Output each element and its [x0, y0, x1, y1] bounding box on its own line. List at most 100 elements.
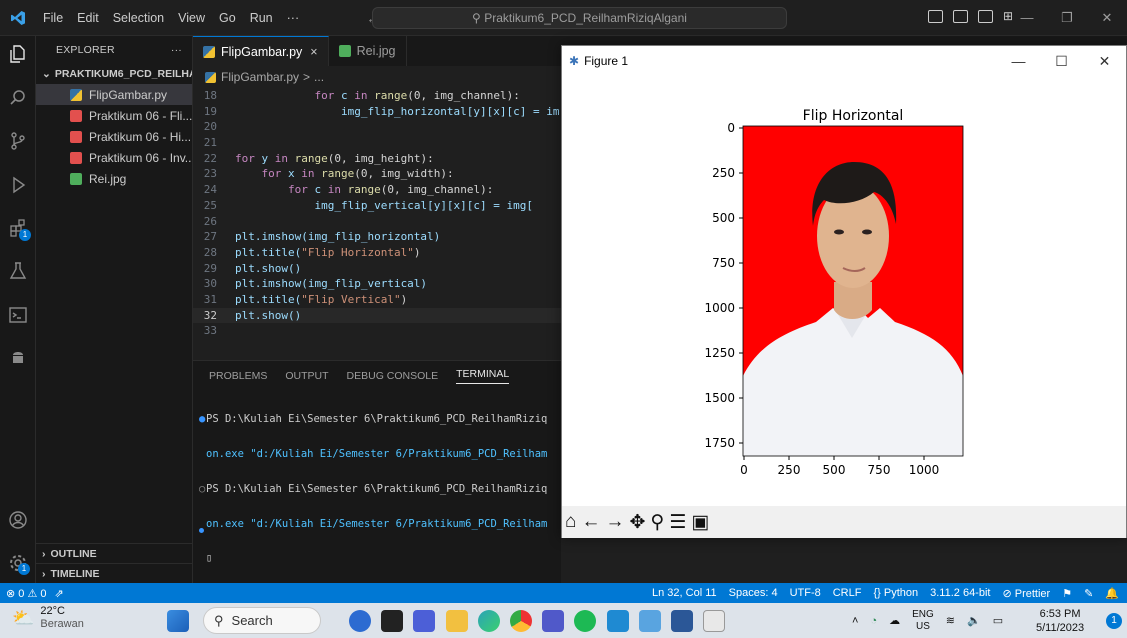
toggle-panel-icon[interactable]: [953, 10, 968, 23]
file-item-flipgambar[interactable]: FlipGambar.py: [36, 84, 192, 105]
wifi-icon[interactable]: ≋: [946, 614, 955, 627]
spotify-icon[interactable]: [574, 610, 596, 632]
explorer-more-button[interactable]: ···: [171, 44, 182, 56]
run-debug-icon[interactable]: [6, 173, 30, 197]
onedrive-icon[interactable]: ☁: [889, 614, 900, 627]
flipped-portrait-image: [743, 126, 963, 456]
menu-run[interactable]: Run: [243, 0, 280, 36]
code-token: plt.imshow(img_flip_horizontal): [235, 230, 441, 244]
explorer-icon[interactable]: [6, 42, 30, 66]
menu-selection[interactable]: Selection: [106, 0, 171, 36]
source-control-icon[interactable]: [6, 129, 30, 153]
minimize-icon[interactable]: —: [997, 46, 1040, 76]
workspace-folder[interactable]: ⌄ PRAKTIKUM6_PCD_REILHA...: [36, 64, 192, 84]
copilot-icon[interactable]: ✎: [1084, 587, 1093, 600]
configure-icon[interactable]: ☰: [669, 511, 686, 534]
workspace-folder-label: PRAKTIKUM6_PCD_REILHA...: [54, 68, 192, 80]
tab-flipgambar[interactable]: FlipGambar.py ×: [193, 36, 329, 66]
restore-icon[interactable]: ❐: [1047, 0, 1087, 36]
taskbar-search[interactable]: ⚲ Search: [203, 607, 321, 634]
close-icon[interactable]: ✕: [1083, 46, 1126, 76]
line-ending[interactable]: CRLF: [833, 587, 862, 599]
notifications-bell-icon[interactable]: 🔔: [1105, 587, 1119, 600]
close-icon[interactable]: ✕: [1087, 0, 1127, 36]
breadcrumb-file[interactable]: FlipGambar.py: [221, 70, 299, 84]
terminal-output[interactable]: ●PS D:\Kuliah Ei\Semester 6\Praktikum6_P…: [193, 391, 561, 588]
accounts-icon[interactable]: [6, 508, 30, 532]
network-app-icon[interactable]: [639, 610, 661, 632]
notification-badge[interactable]: 1: [1106, 613, 1122, 629]
file-item-pdf-inv[interactable]: Praktikum 06 - Inv...: [36, 147, 192, 168]
maximize-icon[interactable]: ☐: [1040, 46, 1083, 76]
indentation[interactable]: Spaces: 4: [729, 587, 778, 599]
menu-edit[interactable]: Edit: [70, 0, 106, 36]
clock[interactable]: 6:53 PM 5/11/2023: [1036, 607, 1084, 635]
minimize-icon[interactable]: —: [1007, 0, 1047, 36]
drive-icon[interactable]: ◔: [870, 615, 877, 627]
teams-icon[interactable]: [542, 610, 564, 632]
timeline-section[interactable]: › TIMELINE: [36, 563, 193, 583]
matplotlib-app-icon[interactable]: [703, 610, 725, 632]
breadcrumb-more[interactable]: ...: [314, 70, 324, 84]
forward-icon[interactable]: →: [605, 511, 624, 533]
menu-file[interactable]: File: [36, 0, 70, 36]
code-token: (0, img_height):: [327, 151, 434, 165]
vscode-icon[interactable]: [607, 610, 629, 632]
plot-canvas[interactable]: Flip Horizontal 0 250 500 750 1000 1250 …: [562, 76, 1126, 506]
menu-bar: File Edit Selection View Go Run ···: [36, 0, 306, 36]
file-item-pdf-hi[interactable]: Praktikum 06 - Hi...: [36, 126, 192, 147]
settings-gear-icon[interactable]: 1: [6, 551, 30, 575]
problems-count[interactable]: ⊗ 0 ⚠ 0: [6, 587, 46, 600]
file-item-rei-jpg[interactable]: Rei.jpg: [36, 168, 192, 189]
terminal-icon[interactable]: [6, 303, 30, 327]
outline-section[interactable]: › OUTLINE: [36, 543, 193, 563]
code-editor[interactable]: 18 for c in range (0, img_channel): 19 im…: [193, 88, 561, 356]
command-center-search[interactable]: ⚲ Praktikum6_PCD_ReilhamRiziqAlgani: [372, 7, 787, 29]
task-view-icon[interactable]: [381, 610, 403, 632]
chevron-up-icon[interactable]: ˄: [852, 615, 858, 627]
language-mode[interactable]: {} Python: [873, 587, 918, 599]
search-icon[interactable]: [6, 86, 30, 110]
testing-icon[interactable]: [6, 259, 30, 283]
edge-icon[interactable]: [478, 610, 500, 632]
y-tick-label: 1500: [704, 391, 735, 405]
tab-problems[interactable]: PROBLEMS: [209, 370, 267, 382]
menu-more[interactable]: ···: [280, 0, 307, 36]
volume-icon[interactable]: 🔈: [967, 614, 981, 627]
pan-icon[interactable]: ✥: [629, 511, 645, 534]
tab-rei-jpg[interactable]: Rei.jpg: [329, 36, 407, 66]
tab-output[interactable]: OUTPUT: [285, 370, 328, 382]
word-icon[interactable]: [671, 610, 693, 632]
file-explorer-icon[interactable]: [446, 610, 468, 632]
figure-window-title: Figure 1: [584, 54, 629, 68]
zoom-icon[interactable]: ⚲: [650, 511, 664, 534]
feedback-icon[interactable]: ⚑: [1062, 587, 1072, 600]
python-interpreter[interactable]: 3.11.2 64-bit: [930, 587, 990, 599]
tab-debug-console[interactable]: DEBUG CONSOLE: [347, 370, 439, 382]
encoding[interactable]: UTF-8: [790, 587, 821, 599]
home-icon[interactable]: ⌂: [565, 511, 576, 533]
live-share-icon[interactable]: ⇗: [54, 587, 63, 600]
bing-icon[interactable]: [349, 610, 371, 632]
status-dot-icon: [199, 528, 204, 533]
chrome-icon[interactable]: [510, 610, 532, 632]
battery-icon[interactable]: ▭: [993, 614, 1003, 627]
language-indicator[interactable]: ENG US: [912, 609, 934, 633]
chat-icon[interactable]: [413, 610, 435, 632]
tab-close-icon[interactable]: ×: [310, 45, 317, 59]
menu-go[interactable]: Go: [212, 0, 243, 36]
android-icon[interactable]: [6, 346, 30, 370]
extensions-icon[interactable]: 1: [6, 216, 31, 241]
save-icon[interactable]: ▣: [691, 511, 709, 534]
toggle-secondary-sidebar-icon[interactable]: [978, 10, 993, 23]
windows-start-icon[interactable]: [167, 610, 189, 632]
toggle-sidebar-icon[interactable]: [928, 10, 943, 23]
weather-widget[interactable]: ⛅ 22°C Berawan: [12, 605, 84, 631]
back-icon[interactable]: ←: [581, 511, 600, 533]
code-line: 33: [193, 323, 561, 339]
file-item-pdf-fli[interactable]: Praktikum 06 - Fli...: [36, 105, 192, 126]
tab-terminal[interactable]: TERMINAL: [456, 368, 510, 384]
prettier-status[interactable]: ⊘ Prettier: [1002, 587, 1050, 600]
cursor-position[interactable]: Ln 32, Col 11: [652, 587, 717, 599]
menu-view[interactable]: View: [171, 0, 212, 36]
